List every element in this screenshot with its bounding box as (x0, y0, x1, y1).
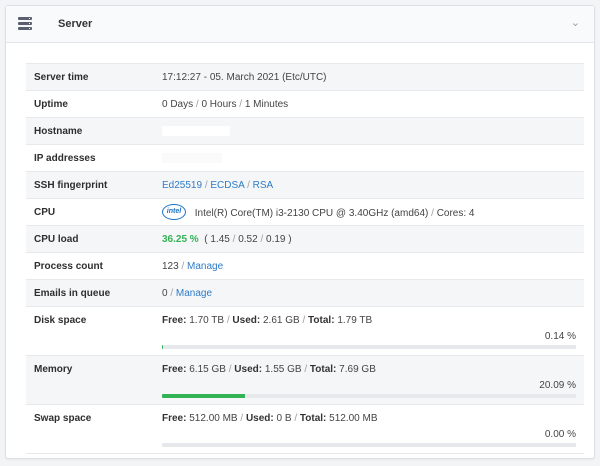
row-ssh-fingerprint: SSH fingerprint Ed25519 / ECDSA / RSA (26, 172, 584, 199)
disk-free: 1.70 TB (189, 315, 225, 326)
memory-value: Free: 6.15 GB / Used: 1.55 GB / Total: 7… (162, 364, 376, 375)
chevron-down-icon[interactable]: ⌄ (571, 16, 580, 29)
disk-progress-bar (162, 345, 576, 349)
row-ip-addresses: IP addresses (26, 145, 584, 172)
server-icon (18, 17, 32, 30)
swap-free: 512.00 MB (189, 413, 238, 424)
swap-value: Free: 512.00 MB / Used: 0 B / Total: 512… (162, 413, 378, 424)
used-label: Used: (232, 315, 261, 326)
cpu-model: Intel(R) Core(TM) i3-2130 CPU @ 3.40GHz … (194, 208, 429, 220)
uptime-minutes: 1 Minutes (244, 99, 289, 110)
panel-title: Server (58, 18, 93, 30)
row-label: IP addresses (34, 153, 96, 164)
row-label: Swap space (34, 413, 92, 424)
memory-used: 1.55 GB (264, 364, 302, 375)
free-label: Free: (162, 364, 187, 375)
uptime-days: 0 Days (162, 99, 194, 110)
memory-total: 7.69 GB (339, 364, 376, 375)
row-server-time: Server time 17:12:27 - 05. March 2021 (E… (26, 64, 584, 91)
load-close-paren: ) (288, 234, 292, 245)
memory-progress-fill (162, 394, 246, 398)
redacted-hostname (162, 126, 230, 137)
row-label: Server time (34, 72, 89, 83)
ssh-value: Ed25519 / ECDSA / RSA (162, 180, 274, 191)
cpu-value: intel Intel(R) Core(TM) i3-2130 CPU @ 3.… (162, 204, 475, 220)
server-info-table: Server time 17:12:27 - 05. March 2021 (E… (26, 63, 584, 454)
row-cpu: CPU intel Intel(R) Core(TM) i3-2130 CPU … (26, 199, 584, 226)
memory-progress-bar (162, 394, 576, 398)
row-label: CPU load (34, 234, 79, 245)
emails-value: 0 / Manage (162, 288, 213, 299)
total-label: Total: (308, 315, 335, 326)
load-avg-15: 0.19 (266, 234, 286, 245)
row-label: Uptime (34, 99, 68, 110)
process-manage-link[interactable]: Manage (187, 261, 223, 272)
ip-value (162, 153, 222, 164)
row-label: CPU (34, 207, 56, 218)
load-avg-1: 1.45 (210, 234, 230, 245)
row-label: SSH fingerprint (34, 180, 108, 191)
disk-total: 1.79 TB (337, 315, 373, 326)
memory-free: 6.15 GB (189, 364, 226, 375)
swap-percent: 0.00 % (544, 429, 576, 440)
memory-percent: 20.09 % (539, 380, 576, 391)
process-value: 123 / Manage (162, 261, 224, 272)
row-hostname: Hostname (26, 118, 584, 145)
row-uptime: Uptime 0 Days / 0 Hours / 1 Minutes (26, 91, 584, 118)
intel-logo-icon: intel (162, 204, 186, 220)
row-label: Hostname (34, 126, 83, 137)
row-swap-space: Swap space Free: 512.00 MB / Used: 0 B /… (26, 405, 584, 454)
cpu-load-percent: 36.25 % (162, 234, 199, 245)
server-panel: Server ⌄ Server time 17:12:27 - 05. Marc… (5, 5, 595, 459)
row-label: Memory (34, 364, 73, 375)
row-cpu-load: CPU load 36.25 % ( 1.45 / 0.52 / 0.19 ) (26, 226, 584, 253)
free-label: Free: (162, 315, 187, 326)
used-label: Used: (234, 364, 263, 375)
ssh-ed25519-link[interactable]: Ed25519 (162, 180, 202, 191)
load-avg-5: 0.52 (238, 234, 258, 245)
disk-used: 2.61 GB (263, 315, 300, 326)
redacted-ip (162, 153, 222, 164)
row-process-count: Process count 123 / Manage (26, 253, 584, 280)
uptime-value: 0 Days / 0 Hours / 1 Minutes (162, 99, 289, 110)
row-emails-in-queue: Emails in queue 0 / Manage (26, 280, 584, 307)
total-label: Total: (309, 364, 337, 375)
hostname-value (162, 126, 230, 137)
row-disk-space: Disk space Free: 1.70 TB / Used: 2.61 GB… (26, 307, 584, 356)
disk-progress-fill (162, 345, 163, 349)
ssh-rsa-link[interactable]: RSA (253, 180, 274, 191)
process-count: 123 (162, 261, 179, 272)
cpu-load-value: 36.25 % ( 1.45 / 0.52 / 0.19 ) (162, 234, 292, 245)
load-open-paren: ( (204, 234, 208, 245)
row-label: Disk space (34, 315, 87, 326)
row-label: Emails in queue (34, 288, 111, 299)
uptime-hours: 0 Hours (201, 99, 237, 110)
server-time-value: 17:12:27 - 05. March 2021 (Etc/UTC) (162, 72, 327, 83)
panel-header[interactable]: Server ⌄ (6, 6, 594, 43)
swap-used: 0 B (276, 413, 292, 424)
row-label: Process count (34, 261, 103, 272)
swap-total: 512.00 MB (329, 413, 378, 424)
disk-percent: 0.14 % (544, 331, 576, 342)
row-memory: Memory Free: 6.15 GB / Used: 1.55 GB / T… (26, 356, 584, 405)
emails-count: 0 (162, 288, 168, 299)
used-label: Used: (245, 413, 274, 424)
total-label: Total: (299, 413, 327, 424)
disk-value: Free: 1.70 TB / Used: 2.61 GB / Total: 1… (162, 315, 373, 326)
cpu-cores: Cores: 4 (436, 208, 475, 220)
ssh-ecdsa-link[interactable]: ECDSA (210, 180, 244, 191)
swap-progress-bar (162, 443, 576, 447)
emails-manage-link[interactable]: Manage (176, 288, 212, 299)
free-label: Free: (162, 413, 187, 424)
